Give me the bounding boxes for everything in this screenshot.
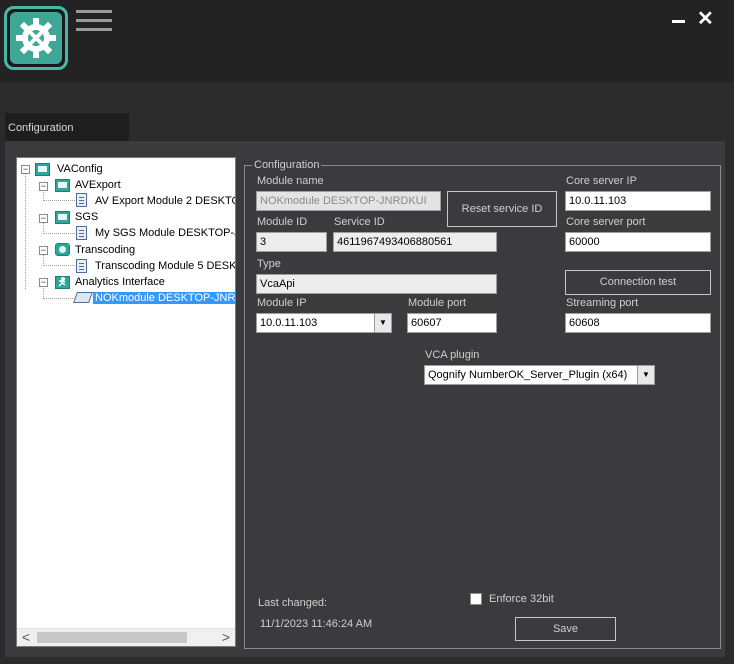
reset-service-id-button[interactable]: Reset service ID <box>447 191 557 227</box>
tree-item-sgs-module[interactable]: My SGS Module DESKTOP-JNRDKUI <box>95 225 235 241</box>
tree-item-analytics-interface[interactable]: Analytics Interface <box>75 274 165 290</box>
enforce-32bit-checkbox[interactable] <box>470 593 482 605</box>
settings-tools-icon <box>4 6 68 70</box>
tree-horizontal-scrollbar[interactable]: < > <box>17 628 235 646</box>
module-tree[interactable]: − VAConfig − AVExport AV Export Module 2… <box>16 157 236 647</box>
transcoding-gear-icon <box>55 243 70 256</box>
service-id-field[interactable]: 4611967493406880561 <box>333 232 497 252</box>
module-id-field[interactable]: 3 <box>256 232 327 252</box>
tree-item-transcoding-module[interactable]: Transcoding Module 5 DESKTOP <box>95 258 236 274</box>
vca-plugin-label: VCA plugin <box>425 349 480 361</box>
core-server-ip-label: Core server IP <box>566 175 637 187</box>
tree-item-label: SGS <box>75 211 99 223</box>
collapse-sgs-toggle[interactable]: − <box>39 214 48 223</box>
collapse-transcoding-toggle[interactable]: − <box>39 246 48 255</box>
collapse-avexport-toggle[interactable]: − <box>39 182 48 191</box>
last-changed-value: 11/1/2023 11:46:24 AM <box>260 618 373 630</box>
collapse-analytics-toggle[interactable]: − <box>39 278 48 287</box>
analytics-runner-icon <box>55 276 70 289</box>
module-group-icon <box>55 211 70 224</box>
streaming-port-field[interactable]: 60608 <box>565 313 711 333</box>
tree-item-label: VAConfig <box>57 163 103 175</box>
minimize-icon[interactable] <box>672 12 686 26</box>
tree-item-label: Transcoding Module 5 DESKTOP <box>95 260 236 272</box>
module-name-field[interactable]: NOKmodule DESKTOP-JNRDKUI <box>256 191 441 211</box>
tree-item-transcoding[interactable]: Transcoding <box>75 242 135 258</box>
connection-test-button[interactable]: Connection test <box>565 270 711 295</box>
scroll-right-button[interactable]: > <box>219 629 233 646</box>
module-ip-label: Module IP <box>257 297 307 309</box>
tree-item-avexport[interactable]: AVExport <box>75 177 121 193</box>
core-server-ip-field[interactable]: 10.0.11.103 <box>565 191 711 211</box>
type-label: Type <box>257 258 281 270</box>
hamburger-menu-icon[interactable] <box>76 10 112 38</box>
vca-plugin-select[interactable]: Qognify NumberOK_Server_Plugin (x64) <box>424 365 655 385</box>
chevron-down-icon[interactable]: ▼ <box>637 366 654 384</box>
network-module-icon <box>72 292 94 303</box>
tree-item-label: NOKmodule DESKTOP-JNRDKUI <box>93 292 235 304</box>
service-id-label: Service ID <box>334 216 385 228</box>
module-group-icon <box>35 163 50 176</box>
module-ip-value: 10.0.11.103 <box>260 317 318 329</box>
last-changed-label: Last changed: <box>258 597 328 609</box>
tree-item-nokmodule[interactable]: NOKmodule DESKTOP-JNRDKUI <box>93 290 235 306</box>
chevron-down-icon[interactable]: ▼ <box>374 314 391 332</box>
enforce-32bit-label: Enforce 32bit <box>489 593 554 605</box>
scroll-left-button[interactable]: < <box>19 629 33 646</box>
tab-configuration[interactable]: Configuration <box>5 113 129 141</box>
module-port-label: Module port <box>408 297 467 309</box>
core-server-port-field[interactable]: 60000 <box>565 232 711 252</box>
vca-plugin-value: Qognify NumberOK_Server_Plugin (x64) <box>428 369 628 381</box>
tree-item-label: AV Export Module 2 DESKTOP <box>95 195 236 207</box>
tree-item-label: Analytics Interface <box>75 276 165 288</box>
document-icon <box>76 259 87 273</box>
module-port-field[interactable]: 60607 <box>407 313 497 333</box>
document-icon <box>76 193 87 207</box>
tree-item-label: Transcoding <box>75 244 136 256</box>
module-ip-select[interactable]: 10.0.11.103 <box>256 313 392 333</box>
tree-item-av-export-module[interactable]: AV Export Module 2 DESKTOP <box>95 193 236 209</box>
type-field[interactable]: VcaApi <box>256 274 497 294</box>
close-icon[interactable]: ✕ <box>697 9 714 29</box>
collapse-root-toggle[interactable]: − <box>21 165 30 174</box>
module-name-label: Module name <box>257 175 324 187</box>
streaming-port-label: Streaming port <box>566 297 639 309</box>
document-icon <box>76 226 87 240</box>
tree-item-sgs[interactable]: SGS <box>75 209 98 225</box>
save-button[interactable]: Save <box>515 617 616 641</box>
scroll-thumb[interactable] <box>37 632 187 643</box>
title-bar: ✕ <box>0 0 734 82</box>
core-server-port-label: Core server port <box>566 216 646 228</box>
groupbox-title: Configuration <box>252 159 322 171</box>
tree-item-label: AVExport <box>75 179 121 191</box>
module-id-label: Module ID <box>257 216 308 228</box>
tree-item-label: My SGS Module DESKTOP-JNRDKUI <box>95 227 235 239</box>
module-group-icon <box>55 179 70 192</box>
tree-item-vaconfig[interactable]: VAConfig <box>57 161 103 177</box>
